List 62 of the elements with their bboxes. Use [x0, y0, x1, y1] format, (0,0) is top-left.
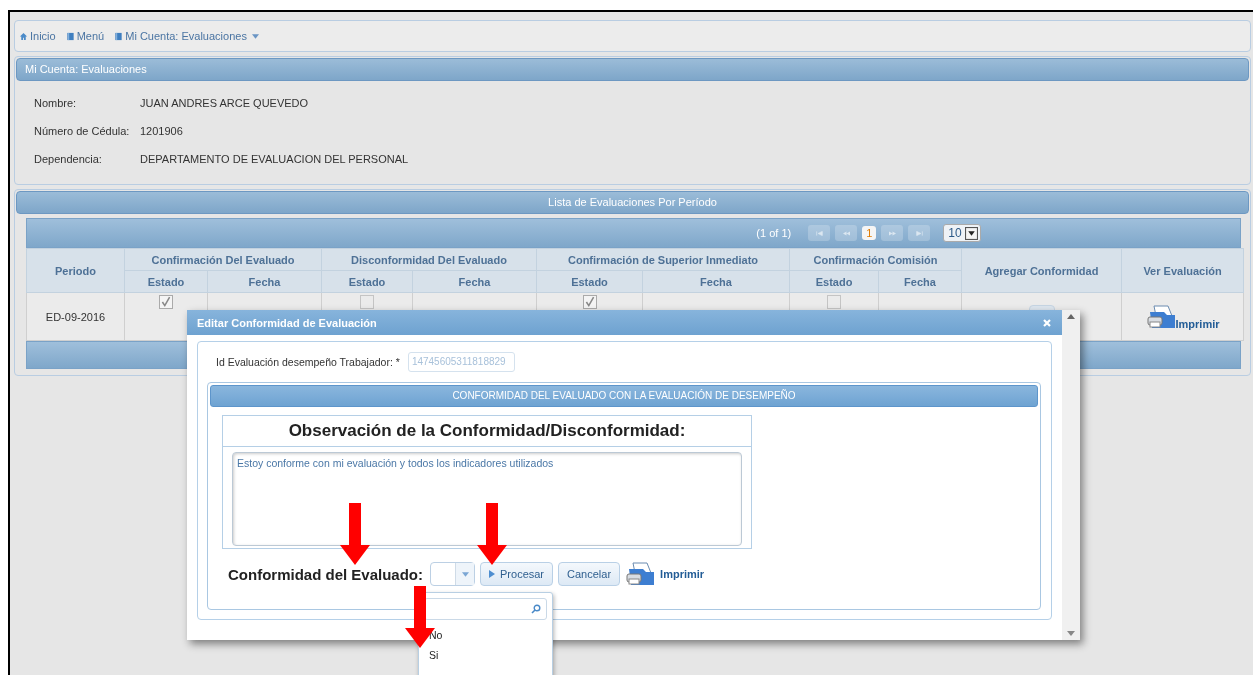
- scroll-down-icon[interactable]: [1067, 631, 1075, 636]
- print-link[interactable]: Imprimir: [1175, 317, 1220, 330]
- caret-icon: [964, 226, 978, 240]
- scrollbar[interactable]: [1062, 310, 1080, 640]
- previous-page-button[interactable]: [835, 225, 858, 241]
- column-header: Fecha: [642, 270, 790, 293]
- page-status: (1 of 1): [756, 227, 792, 239]
- book-icon: [65, 31, 75, 41]
- checkbox[interactable]: [827, 295, 841, 310]
- observation-title: Observación de la Conformidad/Disconformidad:: [223, 416, 751, 447]
- table-cell: ED-09-2016: [26, 292, 125, 341]
- rows-per-page-select[interactable]: 10: [943, 224, 981, 242]
- column-group-header: Confirmación Del Evaluado: [124, 248, 322, 271]
- search-icon: [531, 604, 541, 614]
- section-header: CONFORMIDAD DEL EVALUADO CON LA EVALUACIÓN DE DESEMPEÑO: [210, 385, 1038, 407]
- caret-icon: [251, 33, 259, 39]
- dropdown-option[interactable]: Si: [419, 645, 552, 665]
- home-icon: [19, 31, 28, 41]
- scroll-up-icon[interactable]: [1067, 314, 1075, 319]
- down-arrow-icon: [340, 503, 370, 565]
- caret-icon: [461, 571, 469, 577]
- column-header: Ver Evaluación: [1121, 248, 1244, 293]
- field-value: JUAN ANDRES ARCE QUEVEDO: [140, 97, 309, 109]
- breadcrumb-link[interactable]: Menú: [65, 30, 105, 42]
- last-page-icon: [915, 230, 923, 236]
- field-label: Número de Cédula:: [34, 125, 131, 137]
- column-group-header: Confirmación de Superior Inmediato: [536, 248, 790, 271]
- field-value: DEPARTAMENTO DE EVALUACION DEL PERSONAL: [140, 153, 409, 165]
- panel-header: Mi Cuenta: Evaluaciones: [16, 58, 1249, 81]
- first-page-icon: [815, 230, 823, 236]
- field-label: Id Evaluación desempeño Trabajador: *: [216, 356, 400, 368]
- column-group-header: Disconformidad Del Evaluado: [321, 248, 537, 271]
- cancel-button[interactable]: Cancelar: [558, 562, 621, 586]
- breadcrumb-link[interactable]: Inicio: [19, 30, 56, 42]
- process-button[interactable]: Procesar: [480, 562, 554, 586]
- printer-icon[interactable]: [1145, 303, 1176, 330]
- column-header: Agregar Conformidad: [961, 248, 1122, 293]
- down-arrow-icon: [477, 503, 507, 565]
- close-icon[interactable]: [1042, 317, 1052, 328]
- field-label: Nombre:: [34, 97, 78, 109]
- print-link[interactable]: Imprimir: [660, 568, 705, 580]
- dialog-title: Editar Conformidad de Evaluación: [197, 316, 377, 329]
- field-value: 1201906: [140, 125, 183, 137]
- breadcrumb-link[interactable]: Mi Cuenta: Evaluaciones: [114, 30, 259, 42]
- field-label: Dependencia:: [34, 153, 103, 165]
- list-header: Lista de Evaluaciones Por Período: [16, 191, 1249, 214]
- conformity-label: Conformidad del Evaluado:: [228, 565, 423, 583]
- next-page-icon: [888, 230, 896, 236]
- column-group-header: Confirmación Comisión: [789, 248, 962, 271]
- conformity-select[interactable]: [430, 562, 475, 586]
- printer-icon[interactable]: [625, 561, 656, 587]
- column-header: Periodo: [26, 248, 125, 293]
- next-page-button[interactable]: [881, 225, 904, 241]
- observation-text-area[interactable]: Estoy conforme con mi evaluación y todos los indicadores utilizados: [232, 452, 742, 546]
- book-icon: [114, 31, 124, 41]
- previous-page-icon: [842, 230, 850, 236]
- first-page-button[interactable]: [808, 225, 831, 241]
- checkbox[interactable]: [582, 295, 597, 310]
- checkbox[interactable]: [159, 295, 173, 310]
- last-page-button[interactable]: [908, 225, 931, 241]
- play-icon: [489, 570, 495, 578]
- checkbox[interactable]: [360, 295, 374, 310]
